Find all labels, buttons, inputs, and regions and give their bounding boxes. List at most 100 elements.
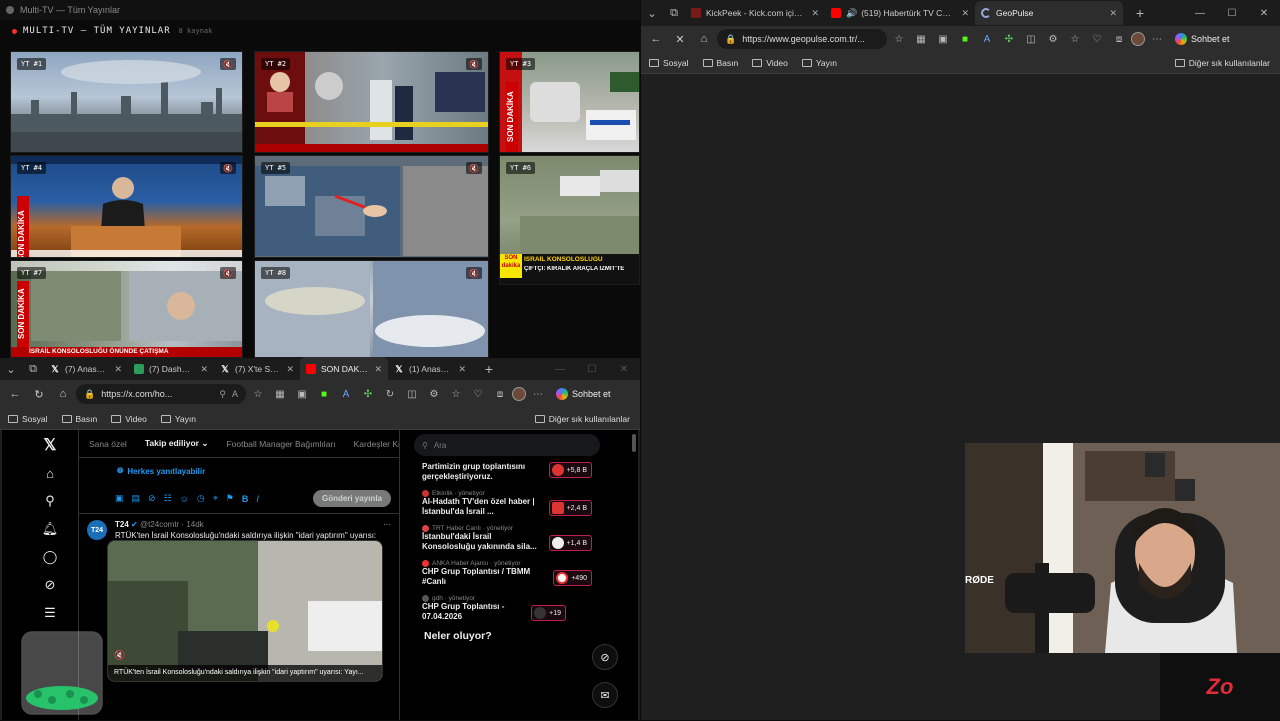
grok-icon[interactable]: ⊘ <box>41 576 59 594</box>
tab-dashboard[interactable]: (7) Dashboard ✕ <box>128 357 214 381</box>
live-listener-pill[interactable]: +19 <box>531 605 566 621</box>
workspaces-icon[interactable]: ⧉ <box>663 2 685 24</box>
refresh-icon[interactable]: ↻ <box>28 383 50 405</box>
kick-extension-icon[interactable]: ■ <box>314 384 334 404</box>
live-listener-pill[interactable]: +490 <box>553 570 592 586</box>
emoji-icon[interactable]: ☺ <box>180 494 189 504</box>
favorites-icon[interactable]: ☆ <box>446 384 466 404</box>
new-tab-icon[interactable]: + <box>1129 2 1151 24</box>
bold-icon[interactable]: B <box>242 494 249 504</box>
mute-icon[interactable]: 🔇 <box>466 267 482 279</box>
address-bar[interactable]: 🔒 https://x.com/ho... ⚲ A <box>76 384 246 404</box>
gif-icon[interactable]: ▤ <box>132 493 141 504</box>
maximize-icon[interactable]: ☐ <box>576 364 608 375</box>
workspaces-icon[interactable]: ⧉ <box>22 358 44 380</box>
avatar[interactable]: T24 <box>87 520 107 540</box>
translate-icon[interactable]: A <box>977 29 997 49</box>
other-favorites[interactable]: Diğer sık kullanılanlar <box>1174 58 1270 68</box>
tab-geopulse[interactable]: GeoPulse ✕ <box>975 1 1123 25</box>
bookmark-folder-yayin[interactable]: Yayın <box>801 58 837 68</box>
minimize-icon[interactable]: — <box>1184 8 1216 19</box>
extension-icon[interactable]: ✣ <box>999 29 1019 49</box>
split-screen-icon[interactable]: ◫ <box>1021 29 1041 49</box>
tab-x-home-2[interactable]: 𝕏 (1) Anasayfa / X ✕ <box>388 357 472 381</box>
tab-haberturk[interactable]: 🔊 (519) Habertürk TV Canlı Yayın ✕ <box>825 1 975 25</box>
favorite-star-icon[interactable]: ☆ <box>248 384 268 404</box>
tweet[interactable]: T24 T24 ✔ @t24comtr · 14dk ⋯ RTÜK'ten İs… <box>79 514 399 682</box>
extension-icon[interactable]: ▦ <box>911 29 931 49</box>
close-tab-icon[interactable]: ✕ <box>114 364 122 375</box>
messages-icon[interactable]: ◯ <box>41 548 59 566</box>
messages-fab-icon[interactable]: ✉ <box>592 682 618 708</box>
browser-essentials-icon[interactable]: ♡ <box>1087 29 1107 49</box>
tab-kickpeek[interactable]: KickPeek - Kick.com için Gerçek ✕ <box>685 1 825 25</box>
tab-for-you[interactable]: Sana özel <box>89 439 127 449</box>
tab-x-words[interactable]: 𝕏 (7) X'te Sözcük ✕ <box>214 357 300 381</box>
tweet-media[interactable]: 🔇 RTÜK'ten İsrail Konsolosluğu'ndaki sal… <box>107 540 383 682</box>
close-window-icon[interactable]: ✕ <box>608 364 640 375</box>
refresh-extension-icon[interactable]: ↻ <box>380 384 400 404</box>
media-icon[interactable]: ▣ <box>115 493 124 504</box>
stream-tile-4[interactable]: SON DAKİKA YT #4 🔇 <box>10 155 243 258</box>
bookmark-folder-sosyal[interactable]: Sosyal <box>8 414 48 424</box>
grok-icon[interactable]: ⊘ <box>148 493 156 504</box>
close-tab-icon[interactable]: ✕ <box>458 364 466 375</box>
scrollbar-thumb[interactable] <box>632 434 636 452</box>
other-favorites[interactable]: Diğer sık kullanılanlar <box>534 414 630 424</box>
stop-loading-icon[interactable]: ✕ <box>669 28 691 50</box>
kick-extension-icon[interactable]: ■ <box>955 29 975 49</box>
back-icon[interactable]: ← <box>4 383 26 405</box>
close-tab-icon[interactable]: ✕ <box>811 8 819 19</box>
favorites-icon[interactable]: ☆ <box>1065 29 1085 49</box>
tweet-author[interactable]: T24 <box>115 520 129 529</box>
extension-icon[interactable]: ✣ <box>358 384 378 404</box>
mute-icon[interactable]: 🔇 <box>220 267 236 279</box>
tab-son-dakika[interactable]: SON DAKİKA ✕ <box>300 357 388 381</box>
extension-icon[interactable]: ▦ <box>270 384 290 404</box>
close-tab-icon[interactable]: ✕ <box>286 364 294 375</box>
bookmark-folder-yayin[interactable]: Yayın <box>160 414 196 424</box>
tab-x-home[interactable]: 𝕏 (7) Anasayfa / X ✕ <box>44 357 128 381</box>
extension-icon[interactable]: ▣ <box>292 384 312 404</box>
collections-icon[interactable]: ⧈ <box>490 384 510 404</box>
lists-icon[interactable]: ☰ <box>41 604 59 622</box>
speaker-icon[interactable]: 🔊 <box>846 8 857 19</box>
maximize-icon[interactable]: ☐ <box>1216 8 1248 19</box>
tab-football-manager[interactable]: Football Manager Bağımlıları <box>226 439 335 449</box>
post-button[interactable]: Gönderi yayınla <box>312 490 391 507</box>
more-options-icon[interactable]: ⋯ <box>528 384 548 404</box>
live-trend-item[interactable]: TRT Haber Canlı · yönetiyor İstanbul'dak… <box>414 521 600 556</box>
back-icon[interactable]: ← <box>645 28 667 50</box>
tab-actions-chevron-icon[interactable]: ⌄ <box>641 2 663 24</box>
close-tab-icon[interactable]: ✕ <box>961 8 969 19</box>
browser-essentials-icon[interactable]: ♡ <box>468 384 488 404</box>
search-input[interactable]: ⚲ Ara <box>414 434 600 456</box>
mute-icon[interactable]: 🔇 <box>466 162 482 174</box>
more-icon[interactable]: ⋯ <box>383 520 391 529</box>
address-bar[interactable]: 🔒 https://www.geopulse.com.tr/... <box>717 29 887 49</box>
live-listener-pill[interactable]: +2,4 B <box>548 500 592 516</box>
translate-icon[interactable]: A <box>336 384 356 404</box>
tab-following[interactable]: Takip ediliyor ⌄ <box>145 438 209 449</box>
flag-icon[interactable]: ⚑ <box>226 493 234 504</box>
profile-avatar[interactable] <box>1131 32 1145 46</box>
close-window-icon[interactable]: ✕ <box>1248 8 1280 19</box>
more-options-icon[interactable]: ⋯ <box>1147 29 1167 49</box>
close-tab-icon[interactable]: ✕ <box>1109 8 1117 19</box>
bookmark-folder-video[interactable]: Video <box>752 58 788 68</box>
tab-kardesler[interactable]: Kardeşler Kr <box>354 439 399 449</box>
bookmark-folder-video[interactable]: Video <box>111 414 147 424</box>
favorite-star-icon[interactable]: ☆ <box>889 29 909 49</box>
stream-tile-8[interactable]: YT #8 🔇 <box>254 260 489 358</box>
collections-icon[interactable]: ⧈ <box>1109 29 1129 49</box>
live-trend-item[interactable]: gdh · yönetiyor CHP Grup Toplantısı - 07… <box>414 591 600 626</box>
mute-icon[interactable]: 🔇 <box>220 58 236 70</box>
stream-tile-7[interactable]: SON DAKİKA İSRAİL KONSOLOSLUĞU ÖNÜNDE ÇA… <box>10 260 243 358</box>
stream-tile-6[interactable]: SON dakika İSRAİL KONSOLOSLUĞU ÇİFTÇİ: Kİ… <box>499 155 640 285</box>
live-listener-pill[interactable]: +5,8 B <box>548 462 592 478</box>
mute-icon[interactable]: 🔇 <box>220 162 236 174</box>
profile-avatar[interactable] <box>512 387 526 401</box>
home-icon[interactable]: ⌂ <box>41 464 59 482</box>
bookmark-folder-basin[interactable]: Basın <box>61 414 97 424</box>
home-icon[interactable]: ⌂ <box>693 28 715 50</box>
